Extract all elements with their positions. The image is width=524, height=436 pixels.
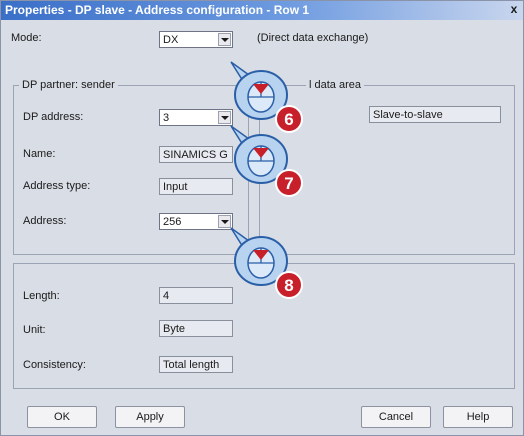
callout-number: 7 [284,174,293,193]
length-value: 4 [163,290,170,302]
mode-value: DX [163,34,179,46]
consistency-field: Total length [159,356,233,373]
apply-button[interactable]: Apply [115,406,185,428]
consistency-label: Consistency: [23,359,86,371]
callout-number: 8 [284,276,293,295]
dp-address-select[interactable]: 3 [159,109,233,126]
chevron-down-icon[interactable] [218,33,231,46]
help-button[interactable]: Help [443,406,513,428]
dp-address-label: DP address: [23,111,84,123]
data-area-value: Slave-to-slave [373,109,443,121]
name-field: SINAMICS G [159,146,233,163]
ok-button[interactable]: OK [27,406,97,428]
address-value: 256 [163,216,182,228]
callout-8: 8 [230,227,303,299]
mode-select[interactable]: DX [159,31,233,48]
properties-dialog: Properties - DP slave - Address configur… [0,0,524,436]
length-label: Length: [23,290,60,302]
name-value: SINAMICS G [163,149,228,161]
address-type-field: Input [159,178,233,195]
unit-field: Byte [159,320,233,337]
dp-address-value: 3 [163,112,170,124]
address-type-value: Input [163,181,188,193]
address-type-label: Address type: [23,180,91,192]
consistency-value: Total length [163,359,220,371]
unit-value: Byte [163,323,186,335]
close-icon[interactable]: x [507,2,521,17]
address-select[interactable]: 256 [159,213,233,230]
address-label: Address: [23,215,67,227]
mode-label: Mode: [11,32,42,44]
unit-label: Unit: [23,324,46,336]
callout-7: 7 [230,125,303,197]
sender-group-title: DP partner: sender [19,79,118,91]
mode-description: (Direct data exchange) [257,32,369,44]
title-bar[interactable]: Properties - DP slave - Address configur… [1,1,523,20]
name-label: Name: [23,148,56,160]
cancel-button[interactable]: Cancel [361,406,431,428]
length-field: 4 [159,287,233,304]
data-area-field: Slave-to-slave [369,106,501,123]
dialog-title: Properties - DP slave - Address configur… [5,3,310,17]
